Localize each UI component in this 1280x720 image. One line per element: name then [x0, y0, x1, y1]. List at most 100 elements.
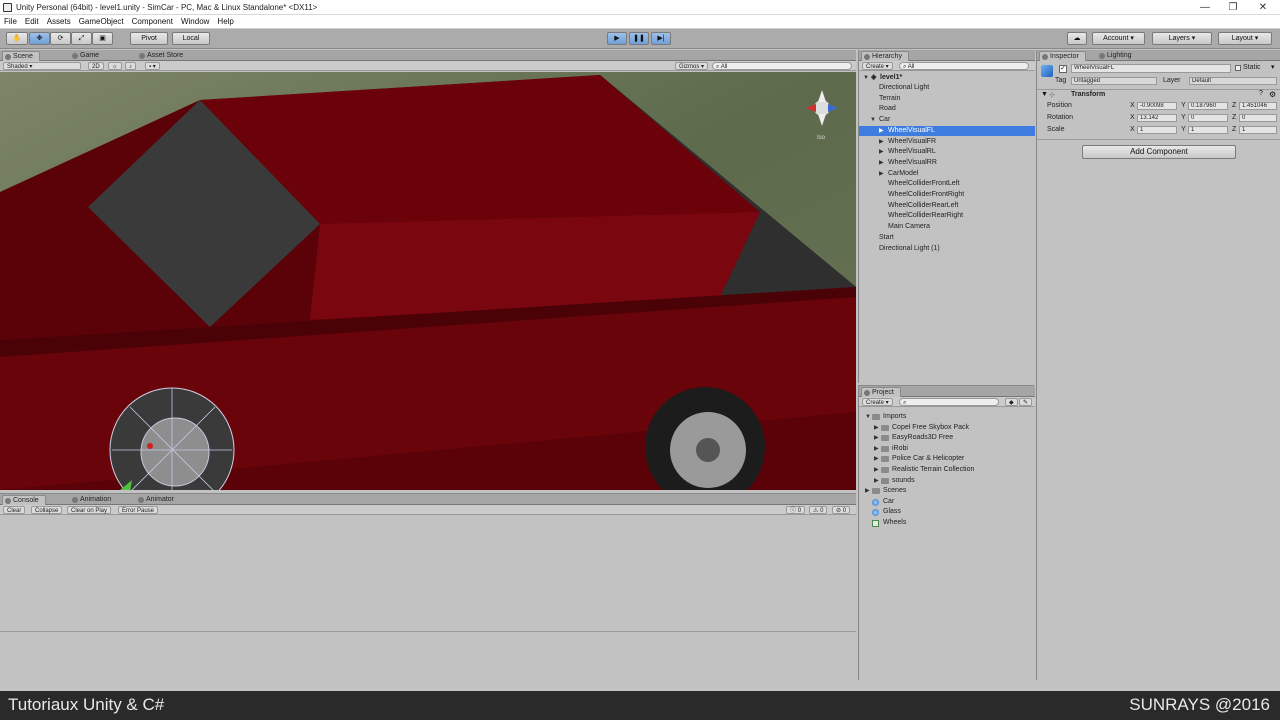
transform-expand-icon[interactable]: ▼ — [1041, 91, 1048, 98]
menu-window[interactable]: Window — [177, 15, 213, 28]
move-tool-button[interactable]: ✥ — [29, 32, 50, 45]
play-button[interactable]: ▶ — [607, 32, 627, 45]
scale-y-field[interactable]: 1 — [1188, 126, 1228, 134]
hierarchy-item[interactable]: WheelColliderFrontRight — [859, 190, 1035, 200]
layout-dropdown[interactable]: Layout ▾ — [1218, 32, 1272, 45]
local-toggle[interactable]: Local — [172, 32, 210, 45]
tab-hierarchy[interactable]: Hierarchy — [861, 51, 909, 61]
log-count-toggle[interactable]: ⓘ 0 — [786, 506, 806, 514]
hierarchy-create-dropdown[interactable]: Create ▾ — [862, 62, 893, 70]
close-button[interactable]: ✕ — [1248, 0, 1278, 15]
tag-dropdown[interactable]: Untagged — [1071, 77, 1157, 85]
project-item[interactable]: Glass — [859, 507, 1035, 517]
rotation-z-field[interactable]: 0 — [1239, 114, 1277, 122]
rect-tool-button[interactable]: ▣ — [92, 32, 113, 45]
tab-animation[interactable]: Animation — [70, 495, 117, 505]
scene-root-row[interactable]: ▼ ◈ level1* — [859, 73, 1035, 83]
collapse-arrow-icon[interactable]: ▶ — [874, 476, 879, 486]
scene-search-input[interactable]: ⌕ All — [712, 62, 852, 70]
project-item[interactable]: ▶ Police Car & Helicopter — [859, 454, 1035, 464]
scale-z-field[interactable]: 1 — [1239, 126, 1277, 134]
menu-gameobject[interactable]: GameObject — [75, 15, 128, 28]
menu-help[interactable]: Help — [213, 15, 237, 28]
collapse-arrow-icon[interactable]: ▶ — [865, 486, 870, 496]
hierarchy-item[interactable]: ▶ WheelVisualFL — [859, 125, 1035, 136]
rotation-y-field[interactable]: 0 — [1188, 114, 1228, 122]
static-dropdown-icon[interactable]: ▾ — [1271, 63, 1275, 71]
project-search-input[interactable]: ⌕ — [899, 398, 999, 406]
pivot-toggle[interactable]: Pivot — [130, 32, 168, 45]
project-item[interactable]: ▶ Scenes — [859, 486, 1035, 496]
warning-count-toggle[interactable]: ⚠ 0 — [809, 506, 828, 514]
hierarchy-item[interactable]: Terrain — [859, 94, 1035, 104]
collapse-arrow-icon[interactable]: ▶ — [879, 137, 884, 147]
pause-button[interactable]: ❚❚ — [629, 32, 649, 45]
project-item[interactable]: ▼ Imports — [859, 412, 1035, 422]
expand-arrow-icon[interactable]: ▼ — [865, 412, 871, 422]
hierarchy-item[interactable]: WheelColliderFrontLeft — [859, 179, 1035, 189]
hierarchy-item[interactable]: WheelColliderRearRight — [859, 211, 1035, 221]
collapse-arrow-icon[interactable]: ▶ — [874, 454, 879, 464]
layer-dropdown[interactable]: Default — [1189, 77, 1277, 85]
filter-type-button[interactable]: ◆ — [1005, 398, 1018, 406]
scene-viewport[interactable]: Iso — [0, 72, 856, 490]
project-item[interactable]: Car — [859, 497, 1035, 507]
2d-toggle[interactable]: 2D — [88, 62, 104, 70]
collapse-arrow-icon[interactable]: ▶ — [879, 126, 884, 136]
lighting-toggle[interactable]: ☼ — [108, 62, 122, 70]
hierarchy-item[interactable]: ▶ WheelVisualRR — [859, 158, 1035, 168]
collapse-arrow-icon[interactable]: ▶ — [874, 423, 879, 433]
scale-tool-button[interactable]: ⤢ — [71, 32, 92, 45]
collapse-arrow-icon[interactable]: ▶ — [874, 433, 879, 443]
component-gear-icon[interactable]: ⚙ — [1269, 90, 1276, 99]
menu-edit[interactable]: Edit — [21, 15, 43, 28]
gameobject-name-field[interactable]: WheelVisualFL — [1071, 64, 1231, 73]
project-item[interactable]: ▶ sounds — [859, 476, 1035, 486]
project-item[interactable]: ▶ EasyRoads3D Free — [859, 433, 1035, 443]
gizmos-dropdown[interactable]: Gizmos ▾ — [675, 62, 709, 70]
hand-tool-button[interactable]: ✋ — [6, 32, 28, 45]
effects-dropdown[interactable]: ▪ ▾ — [145, 62, 160, 70]
collapse-arrow-icon[interactable]: ▶ — [874, 465, 879, 475]
add-component-button[interactable]: Add Component — [1082, 145, 1236, 159]
project-create-dropdown[interactable]: Create ▾ — [862, 398, 893, 406]
hierarchy-item[interactable]: Start — [859, 233, 1035, 243]
menu-assets[interactable]: Assets — [43, 15, 75, 28]
project-item[interactable]: ▶ Realistic Terrain Collection — [859, 465, 1035, 475]
position-z-field[interactable]: 1.451046 — [1239, 102, 1277, 110]
position-x-field[interactable]: -0.90098 — [1137, 102, 1177, 110]
hierarchy-search-input[interactable]: ⌕ All — [899, 62, 1029, 70]
error-pause-button[interactable]: Error Pause — [118, 506, 159, 514]
collapse-arrow-icon[interactable]: ▶ — [874, 444, 879, 454]
position-y-field[interactable]: 0.187960 — [1188, 102, 1228, 110]
hierarchy-item[interactable]: Directional Light (1) — [859, 244, 1035, 254]
active-checkbox[interactable]: ✓ — [1059, 65, 1067, 73]
layers-dropdown[interactable]: Layers ▾ — [1152, 32, 1212, 45]
menu-file[interactable]: File — [0, 15, 21, 28]
step-button[interactable]: ▶| — [651, 32, 671, 45]
hierarchy-item[interactable]: Main Camera — [859, 222, 1035, 232]
filter-label-button[interactable]: ✎ — [1019, 398, 1033, 406]
tab-inspector[interactable]: Inspector — [1039, 51, 1086, 61]
project-item[interactable]: Wheels — [859, 518, 1035, 528]
clear-button[interactable]: Clear — [3, 506, 26, 514]
shading-dropdown[interactable]: Shaded ▾ — [3, 62, 81, 70]
clear-on-play-button[interactable]: Clear on Play — [67, 506, 112, 514]
maximize-button[interactable]: ❐ — [1218, 0, 1248, 15]
cloud-button[interactable]: ☁ — [1067, 32, 1087, 45]
collapse-arrow-icon[interactable]: ▶ — [879, 158, 884, 168]
tab-lighting[interactable]: Lighting — [1097, 51, 1138, 61]
tab-scene[interactable]: Scene — [2, 51, 40, 61]
console-splitter[interactable] — [0, 631, 856, 632]
hierarchy-item[interactable]: ▶ CarModel — [859, 169, 1035, 179]
tab-animator[interactable]: Animator — [136, 495, 180, 505]
hierarchy-item[interactable]: ▶ WheelVisualRL — [859, 147, 1035, 157]
rotate-tool-button[interactable]: ⟳ — [50, 32, 71, 45]
hierarchy-item[interactable]: ▼ Car — [859, 115, 1035, 125]
collapse-arrow-icon[interactable]: ▶ — [879, 169, 884, 179]
project-item[interactable]: ▶ Copel Free Skybox Pack — [859, 423, 1035, 433]
audio-toggle[interactable]: ♪ — [125, 62, 136, 70]
scale-x-field[interactable]: 1 — [1137, 126, 1177, 134]
project-item[interactable]: ▶ iRobi — [859, 444, 1035, 454]
rotation-x-field[interactable]: 13.142 — [1137, 114, 1177, 122]
